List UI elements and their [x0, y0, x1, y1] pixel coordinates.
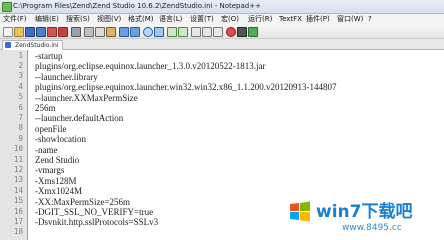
print-icon[interactable]: [71, 27, 81, 37]
code-line[interactable]: -DGIT_SSL_NO_VERIFY=true: [35, 207, 153, 217]
code-line[interactable]: -showlocation: [35, 134, 86, 144]
tab-bar: ZendStudio.ini: [0, 39, 444, 50]
menu-format[interactable]: 格式(M): [128, 15, 154, 24]
tab-label: ZendStudio.ini: [15, 42, 59, 49]
menu-settings[interactable]: 设置(T): [190, 15, 214, 24]
code-line[interactable]: -Xmx1024M: [35, 186, 82, 196]
menu-search[interactable]: 搜索(S): [66, 15, 90, 24]
code-line[interactable]: plugins/org.eclipse.equinox.launcher.win…: [35, 82, 337, 92]
watermark-url: www.8495.cc: [342, 223, 402, 233]
code-line[interactable]: -vmargs: [35, 165, 64, 175]
redo-icon[interactable]: [130, 27, 140, 37]
code-line[interactable]: openFile: [35, 124, 67, 134]
record-icon[interactable]: [226, 27, 236, 37]
code-line[interactable]: -XX:MaxPermSize=256m: [35, 197, 130, 207]
undo-icon[interactable]: [119, 27, 129, 37]
open-file-icon[interactable]: [14, 27, 24, 37]
line-number: 6: [18, 102, 23, 112]
menu-window[interactable]: 窗口(W): [337, 15, 363, 24]
line-number: 12: [13, 164, 23, 174]
zoom-out-icon[interactable]: [178, 27, 188, 37]
line-number: 5: [18, 92, 23, 102]
title-bar: C:\Program Files\Zend\Zend Studio 10.6.2…: [0, 0, 444, 14]
menu-bar: 文件(F) 编辑(E) 搜索(S) 视图(V) 格式(M) 语言(L) 设置(T…: [0, 14, 444, 25]
save-all-icon[interactable]: [36, 27, 46, 37]
code-line[interactable]: --launcher.XXMaxPermSize: [35, 93, 138, 103]
code-line[interactable]: -startup: [35, 51, 63, 61]
line-number: 1: [18, 50, 23, 60]
line-number: 10: [13, 144, 23, 154]
save-icon[interactable]: [25, 27, 35, 37]
play-icon[interactable]: [248, 27, 258, 37]
line-number: 13: [13, 175, 23, 185]
line-number: 3: [18, 71, 23, 81]
replace-icon[interactable]: [154, 27, 164, 37]
code-line[interactable]: 256m: [35, 103, 56, 113]
windows-logo-icon: [290, 201, 310, 222]
sync-icon[interactable]: [191, 27, 201, 37]
line-number: 8: [18, 123, 23, 133]
menu-view[interactable]: 视图(V): [97, 15, 121, 24]
menu-edit[interactable]: 编辑(E): [35, 15, 59, 24]
code-line[interactable]: --launcher.defaultAction: [35, 113, 123, 123]
tab-zendstudio-ini[interactable]: ZendStudio.ini: [2, 40, 64, 50]
line-number: 11: [13, 154, 23, 164]
stop-icon[interactable]: [237, 27, 247, 37]
code-line[interactable]: plugins/org.eclipse.equinox.launcher_1.3…: [35, 61, 266, 71]
line-number: 14: [13, 185, 23, 195]
code-line[interactable]: --launcher.library: [35, 72, 98, 82]
new-file-icon[interactable]: [3, 27, 13, 37]
line-number: 17: [13, 216, 23, 226]
line-number-gutter: 1 2 3 4 5 6 7 8 9 10 11 12 13 14 15 16 1…: [0, 50, 28, 240]
line-number: 2: [18, 60, 23, 70]
wrap-icon[interactable]: [202, 27, 212, 37]
zoom-in-icon[interactable]: [167, 27, 177, 37]
menu-run[interactable]: 运行(R): [248, 15, 272, 24]
line-number: 9: [18, 133, 23, 143]
menu-macro[interactable]: 宏(O): [221, 15, 239, 24]
menu-file[interactable]: 文件(F): [3, 15, 27, 24]
line-number: 7: [18, 112, 23, 122]
notepadpp-app-icon: [2, 2, 12, 12]
menu-textfx[interactable]: TextFX: [279, 15, 302, 24]
watermark-brand: win7下载吧: [316, 202, 413, 222]
code-line[interactable]: -name: [35, 145, 58, 155]
paste-icon[interactable]: [106, 27, 116, 37]
line-number: 18: [13, 227, 23, 237]
close-all-icon[interactable]: [58, 27, 68, 37]
close-icon[interactable]: [47, 27, 57, 37]
menu-help[interactable]: ?: [368, 15, 372, 24]
line-number: 4: [18, 81, 23, 91]
line-number: 16: [13, 206, 23, 216]
menu-language[interactable]: 语言(L): [159, 15, 182, 24]
indent-icon[interactable]: [213, 27, 223, 37]
toolbar: [0, 25, 444, 39]
watermark: win7下载吧 www.8495.cc: [282, 196, 442, 238]
find-icon[interactable]: [143, 27, 153, 37]
menu-plugins[interactable]: 插件(P): [306, 15, 330, 24]
line-number: 15: [13, 196, 23, 206]
cut-icon[interactable]: [84, 27, 94, 37]
copy-icon[interactable]: [95, 27, 105, 37]
saved-file-icon: [5, 42, 11, 48]
code-line[interactable]: Zend Studio: [35, 155, 79, 165]
code-line[interactable]: -Xms128M: [35, 176, 77, 186]
window-title: C:\Program Files\Zend\Zend Studio 10.6.2…: [13, 2, 261, 10]
code-line[interactable]: -Dsvnkit.http.sslProtocols=SSLv3: [35, 217, 158, 227]
